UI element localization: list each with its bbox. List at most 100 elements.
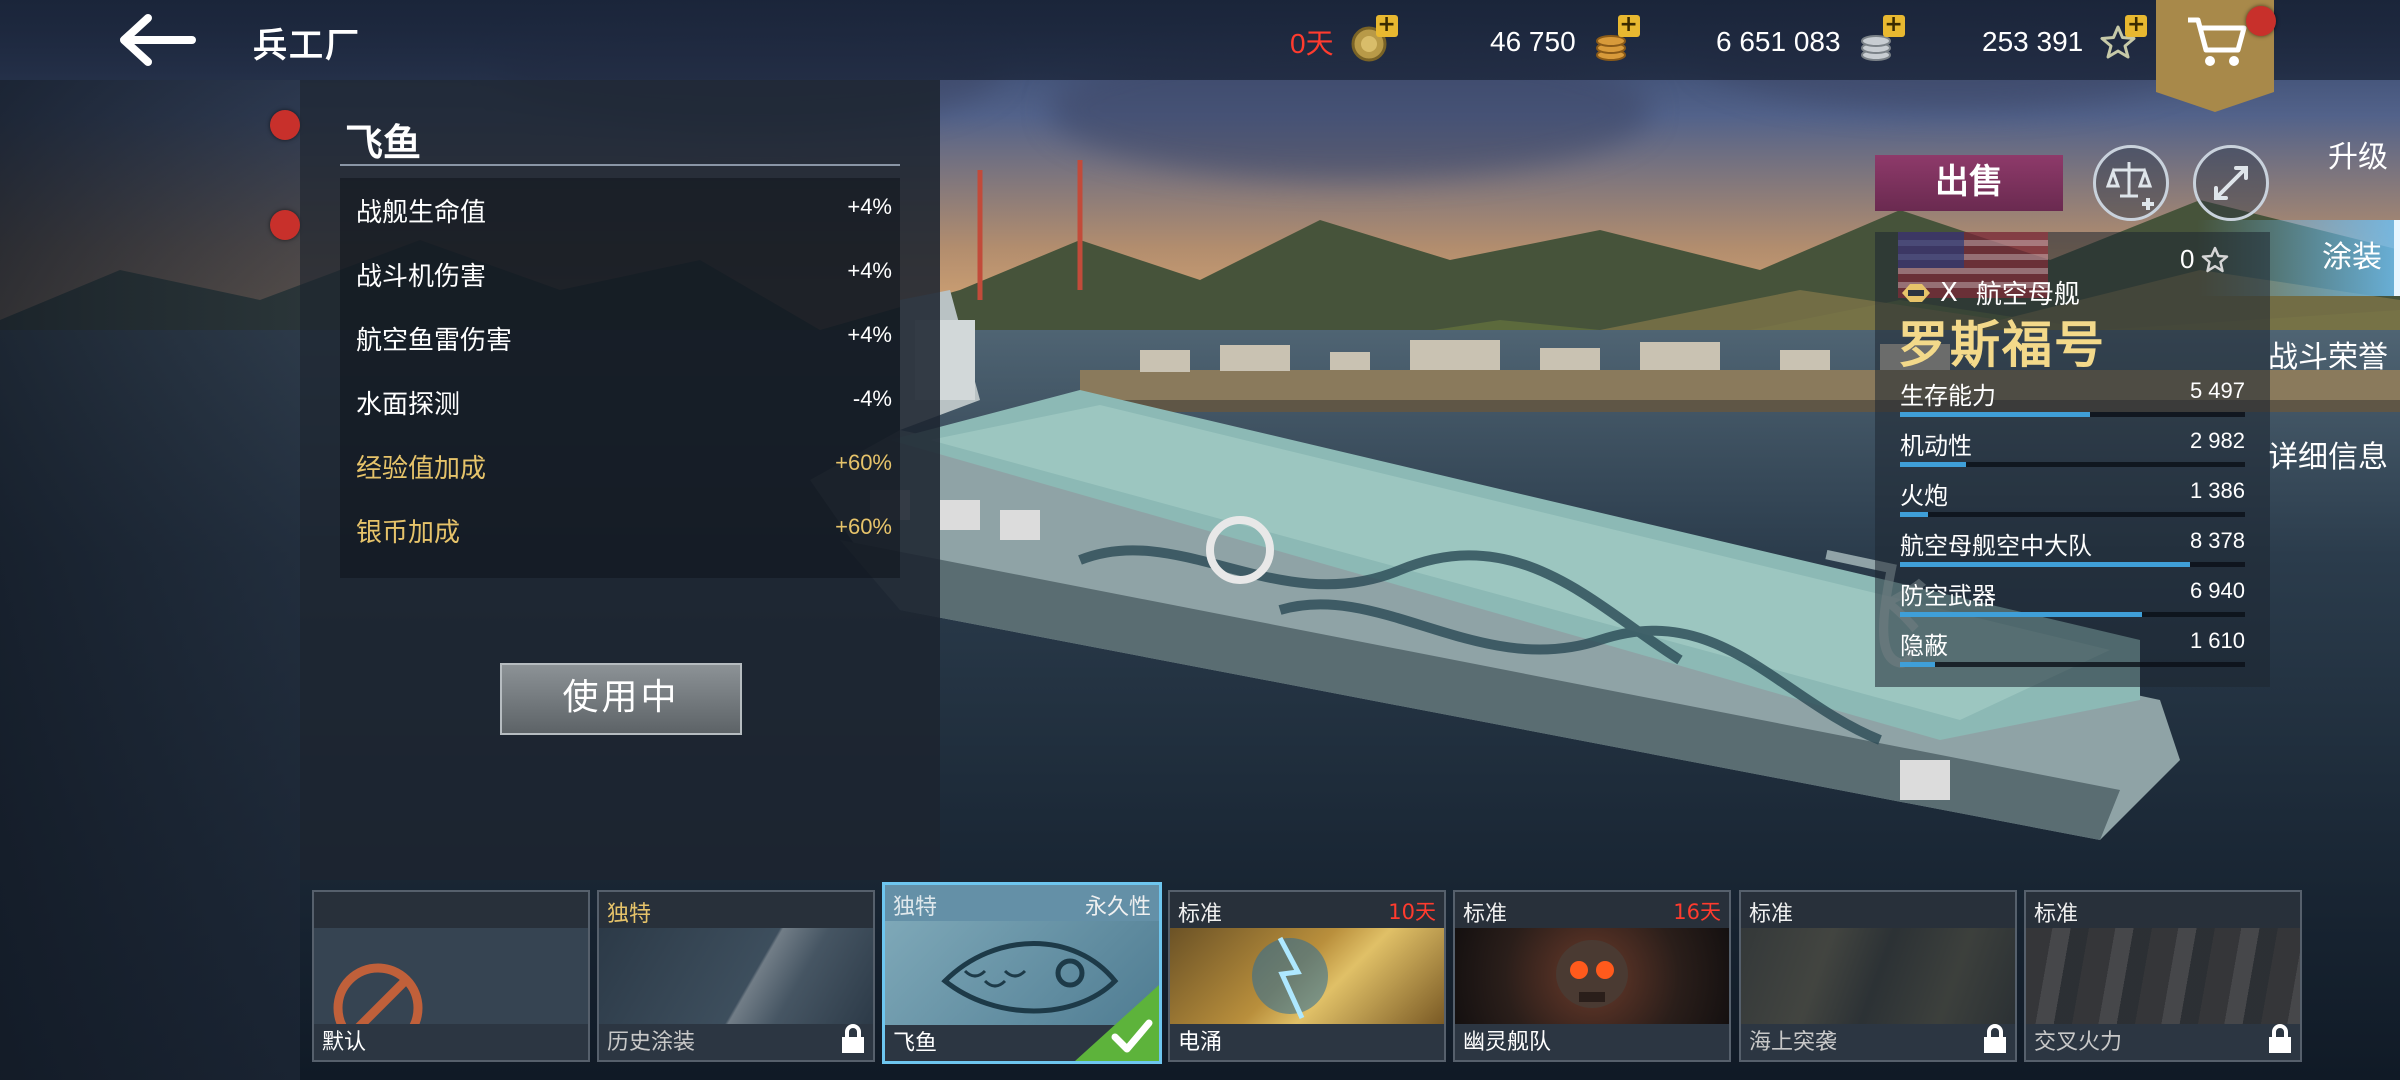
- cart-icon: [2188, 17, 2247, 66]
- stat-value: 8 378: [2189, 528, 2245, 553]
- card-header: 标准: [1741, 892, 2015, 928]
- plus-icon[interactable]: +: [1617, 14, 1640, 37]
- stat-bar: [1900, 512, 2245, 517]
- stat-label: 火炮: [1900, 482, 1948, 510]
- gold-value: 46 750: [1490, 26, 1576, 57]
- plus-icon[interactable]: +: [2125, 14, 2148, 37]
- skin-art: [314, 928, 588, 1053]
- skin-name: 电涌: [1178, 1030, 1223, 1055]
- card-header: [314, 892, 588, 928]
- silver-resource[interactable]: 6 651 083 +: [1716, 14, 1905, 64]
- bonus-value: -4%: [852, 386, 892, 411]
- experience-resource[interactable]: 253 391 +: [1982, 14, 2148, 64]
- skin-art: [1455, 928, 1729, 1024]
- lock-icon: [2269, 1024, 2291, 1053]
- sell-button[interactable]: 出售: [1875, 155, 2063, 211]
- bonus-row: 战舰生命值 +4%: [340, 178, 900, 242]
- lock-icon: [842, 1024, 864, 1053]
- bonus-row: 银币加成 +60%: [340, 498, 900, 562]
- prohibited-icon: [333, 963, 423, 1053]
- bonus-row: 经验值加成 +60%: [340, 434, 900, 498]
- experience-value: 253 391: [1982, 26, 2084, 57]
- sidebar-item-upgrade[interactable]: 升级: [2328, 120, 2388, 196]
- stat-bar: [1900, 562, 2245, 567]
- stat-bar-fill: [1900, 662, 1935, 667]
- arrow-left-icon: [120, 14, 196, 66]
- stat-bar: [1900, 462, 2245, 467]
- skin-name: 幽灵舰队: [1463, 1030, 1552, 1055]
- plus-icon[interactable]: +: [1882, 14, 1905, 37]
- plus-icon[interactable]: +: [1375, 14, 1398, 37]
- skin-name: 默认: [322, 1030, 367, 1055]
- bonus-value: +4%: [847, 194, 892, 219]
- stat-bar: [1900, 412, 2245, 417]
- skin-card-historical[interactable]: 独特 历史涂装: [597, 890, 875, 1062]
- gold-resource[interactable]: 46 750 +: [1490, 14, 1640, 64]
- compare-button[interactable]: [2093, 145, 2169, 221]
- shop-cart-button[interactable]: [2156, 0, 2276, 112]
- skin-card-sea-raid[interactable]: 标准 海上突袭: [1739, 890, 2017, 1062]
- sidebar-item-label: 升级: [2328, 140, 2388, 175]
- skin-art: [1170, 928, 1444, 1024]
- back-button[interactable]: [118, 12, 198, 68]
- skin-card-surge[interactable]: 标准 10天 电涌: [1168, 890, 1446, 1062]
- checkmark-icon: [1075, 985, 1159, 1061]
- card-header: 独特: [599, 892, 873, 928]
- ship-name: 罗斯福号: [1898, 316, 2106, 374]
- skin-card-crossfire[interactable]: 标准 交叉火力: [2024, 890, 2302, 1062]
- stat-label: 防空武器: [1900, 582, 1996, 610]
- premium-days-value: 0天: [1290, 28, 1334, 59]
- stat-bar: [1900, 612, 2245, 617]
- bonus-label: 战舰生命值: [356, 198, 487, 228]
- premium-days-resource[interactable]: 0天 +: [1290, 14, 1398, 64]
- fullscreen-button[interactable]: [2193, 145, 2269, 221]
- skin-art: [599, 928, 873, 1024]
- lightning-art: [1252, 936, 1328, 1020]
- sidebar-item-battle-honors[interactable]: 战斗荣誉: [2268, 320, 2388, 396]
- stat-bar-fill: [1900, 512, 1928, 517]
- bonus-label: 战斗机伤害: [356, 262, 487, 292]
- bonus-row: 水面探测 -4%: [340, 370, 900, 434]
- bonus-value: +4%: [847, 258, 892, 283]
- stat-value: 1 610: [2189, 628, 2245, 653]
- skin-duration: 16天: [1673, 900, 1721, 924]
- skin-name: 历史涂装: [607, 1030, 696, 1055]
- stat-anti-air: 防空武器 6 940: [1900, 576, 2245, 626]
- stat-label: 航空母舰空中大队: [1900, 532, 2092, 560]
- stat-value: 1 386: [2189, 478, 2245, 503]
- medal-icon: +: [1348, 14, 1398, 63]
- skin-art: [2026, 928, 2300, 1024]
- ship-tier: X: [1940, 277, 1958, 308]
- card-header: 独特 永久性: [885, 885, 1159, 921]
- skin-tier: 标准: [2034, 902, 2079, 927]
- stat-bar-fill: [1900, 462, 1966, 467]
- bonus-list: 战舰生命值 +4% 战斗机伤害 +4% 航空鱼雷伤害 +4% 水面探测 -4% …: [340, 178, 900, 578]
- bonus-value: +4%: [847, 322, 892, 347]
- stat-maneuverability: 机动性 2 982: [1900, 426, 2245, 476]
- skin-tier: 标准: [1463, 902, 1508, 927]
- notification-badge: [270, 210, 300, 240]
- bonus-row: 航空鱼雷伤害 +4%: [340, 306, 900, 370]
- sidebar-item-details[interactable]: 详细信息: [2268, 420, 2388, 496]
- notification-badge: [2246, 6, 2276, 36]
- sidebar-item-label: 战斗荣誉: [2268, 340, 2388, 375]
- stars-value: 0: [2180, 244, 2195, 274]
- stat-concealment: 隐蔽 1 610: [1900, 626, 2245, 676]
- gold-coins-icon: +: [1590, 14, 1640, 63]
- skin-duration: 10天: [1388, 900, 1436, 924]
- skin-carousel: 默认 独特 历史涂装 独特 永久性 飞鱼 标准 10天 电涌 标准 16天 幽灵…: [0, 882, 2400, 1080]
- skin-tier: 独特: [893, 895, 938, 920]
- skin-card-ghost-fleet[interactable]: 标准 16天 幽灵舰队: [1453, 890, 1731, 1062]
- stat-label: 机动性: [1900, 432, 1972, 460]
- page-title: 兵工厂: [253, 26, 361, 66]
- skin-card-flying-fish[interactable]: 独特 永久性 飞鱼: [882, 882, 1162, 1064]
- skin-card-default[interactable]: 默认: [312, 890, 590, 1062]
- in-use-button[interactable]: 使用中: [500, 663, 742, 735]
- expand-icon: [2214, 166, 2248, 200]
- card-header: 标准 16天: [1455, 892, 1729, 928]
- scale-icon: [2105, 162, 2154, 210]
- bonus-label: 水面探测: [356, 390, 461, 420]
- stat-value: 2 982: [2189, 428, 2245, 453]
- skin-tier: 标准: [1178, 902, 1223, 927]
- divider: [340, 164, 900, 166]
